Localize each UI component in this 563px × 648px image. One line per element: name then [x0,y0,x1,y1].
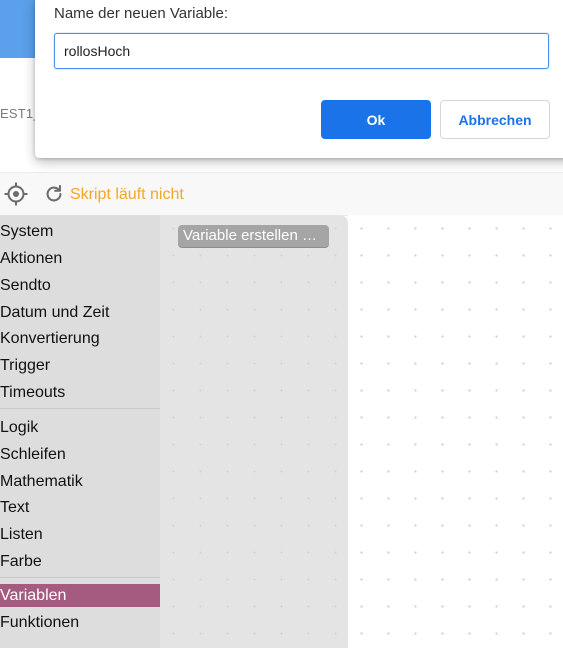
category-logik[interactable]: Logik [0,416,160,439]
blockly-workspace[interactable] [348,215,563,648]
category-timeouts[interactable]: Timeouts [0,381,160,404]
crosshair-icon[interactable] [4,182,28,206]
cancel-button[interactable]: Abbrechen [440,100,550,139]
category-variablen[interactable]: Variablen [0,584,160,607]
script-status-text: Skript läuft nicht [70,186,184,203]
category-trigger[interactable]: Trigger [0,354,160,377]
category-sendto[interactable]: Sendto [0,274,160,297]
blockly-flyout [160,215,348,648]
dialog-label: Name der neuen Variable: [54,5,228,22]
category-konvertierung[interactable]: Konvertierung [0,327,160,350]
app-header-bar [0,0,36,58]
reload-icon[interactable] [43,183,65,205]
ok-button[interactable]: Ok [321,100,431,139]
category-farbe[interactable]: Farbe [0,550,160,573]
script-toolbar: Skript läuft nicht [0,172,563,216]
category-text[interactable]: Text [0,496,160,519]
category-listen[interactable]: Listen [0,523,160,546]
category-datum-und-zeit[interactable]: Datum und Zeit [0,301,160,324]
category-funktionen[interactable]: Funktionen [0,611,160,634]
category-mathematik[interactable]: Mathematik [0,470,160,493]
blockly-toolbox: System Aktionen Sendto Datum und Zeit Ko… [0,215,160,648]
category-system[interactable]: System [0,220,160,243]
toolbox-separator [0,408,160,409]
category-aktionen[interactable]: Aktionen [0,247,160,270]
new-variable-dialog: Name der neuen Variable: Ok Abbrechen [35,0,563,158]
toolbox-separator [0,577,160,578]
category-schleifen[interactable]: Schleifen [0,443,160,466]
variable-name-input[interactable] [54,33,549,69]
